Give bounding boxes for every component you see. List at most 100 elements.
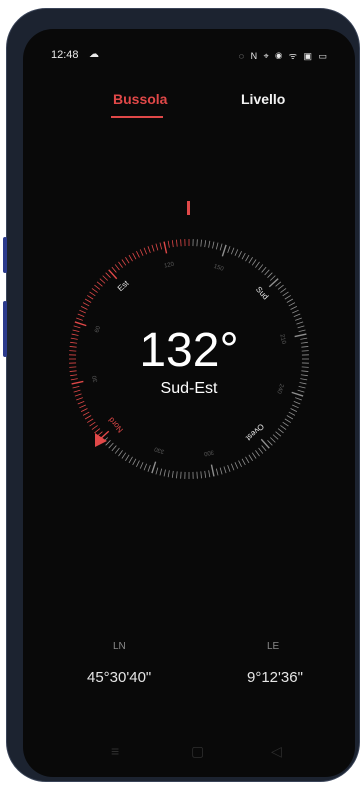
compass-tick (121, 452, 127, 459)
compass-tick (238, 460, 242, 468)
compass-tick (277, 284, 284, 290)
compass-tick (293, 400, 301, 405)
compass-tick (143, 247, 148, 255)
compass-tick (275, 431, 282, 437)
compass-tick (210, 464, 215, 477)
compass-tick (241, 458, 246, 466)
compass-tick (230, 463, 235, 471)
compass-tick (114, 264, 120, 271)
compass-tick (241, 252, 246, 260)
compass-tick (282, 291, 289, 297)
compass-tick (171, 240, 174, 248)
degree-label: 150 (213, 264, 225, 273)
compass-tick (99, 278, 106, 284)
compass-tick (139, 249, 144, 256)
compass-tick (151, 244, 155, 252)
longitude-label: LE (267, 641, 280, 652)
compass-tick (295, 317, 302, 321)
compass-tick (200, 239, 202, 247)
compass-tick (280, 425, 287, 430)
compass-tick (79, 404, 86, 409)
compass-tick (282, 421, 289, 427)
compass-tick (163, 469, 166, 477)
compass-tick (80, 408, 88, 412)
latitude-label: LN (113, 641, 126, 652)
cardinal-label-est: Est (116, 278, 131, 293)
cardinal-label-nord: Nord (107, 415, 125, 434)
compass-tick (94, 284, 101, 290)
compass-tick (292, 404, 299, 409)
compass-tick (87, 295, 94, 300)
compass-tick (136, 250, 140, 258)
phone-frame: 12:48 ☁ ◌ N ⌖ ◉ ᯤ ▣ ▭ Bussola Livello No… (3, 8, 360, 782)
compass-tick (167, 470, 170, 478)
compass-tick (76, 397, 83, 401)
compass-tick (94, 428, 101, 434)
compass-tick (215, 242, 219, 250)
compass-tick (84, 415, 92, 420)
compass-tick (234, 249, 239, 256)
compass-tick (80, 306, 88, 310)
compass-tick (77, 313, 85, 318)
compass-tick (258, 264, 264, 271)
compass-tick (125, 454, 130, 461)
compass-tick (286, 415, 294, 420)
compass-tick (219, 467, 223, 475)
compass-tick (290, 306, 298, 310)
compass-tick (255, 450, 260, 457)
compass-tick (77, 400, 85, 405)
compass-tick (139, 462, 144, 469)
compass-tick (280, 288, 287, 293)
compass-tick (111, 266, 117, 273)
compass-tick (255, 261, 260, 268)
compass-reading: 132° (139, 324, 239, 377)
compass-tick (132, 252, 137, 260)
compass-tick (89, 421, 96, 427)
latitude-value: 45°30'40" (87, 669, 152, 686)
compass-tick (227, 465, 231, 472)
compass-tick (84, 298, 92, 303)
heading-marker (187, 201, 190, 215)
compass-tick (270, 275, 276, 281)
compass-tick (251, 452, 257, 459)
phone-screen: 12:48 ☁ ◌ N ⌖ ◉ ᯤ ▣ ▭ Bussola Livello No… (23, 29, 355, 777)
compass-tick (96, 281, 103, 287)
compass-tick (102, 275, 108, 281)
compass-tick (121, 259, 127, 266)
compass-tick (147, 465, 151, 472)
back-icon[interactable]: ◁ (271, 743, 282, 760)
compass-tick (159, 242, 163, 250)
compass-tick (91, 288, 98, 293)
compass-tick (223, 466, 227, 474)
compass-tick (132, 458, 137, 466)
compass-tick (215, 468, 219, 476)
compass-tick (234, 462, 239, 469)
degree-label: 330 (153, 445, 165, 454)
compass-tick (238, 250, 242, 258)
compass-tick (147, 246, 151, 253)
compass-tick (267, 440, 273, 446)
compass-tick (230, 247, 235, 255)
menu-icon[interactable]: ≡ (111, 743, 119, 759)
compass-tick (264, 269, 270, 276)
compass-tick (105, 272, 111, 278)
compass-tick (248, 454, 253, 461)
compass-tick (267, 272, 273, 278)
compass-tick (261, 266, 267, 273)
compass-tick (248, 257, 253, 264)
compass-tick (204, 240, 207, 248)
compass-tick (293, 313, 301, 318)
compass-tick (111, 445, 117, 452)
compass-tick (200, 471, 202, 479)
compass-tick (76, 317, 83, 321)
compass-tick (159, 468, 163, 476)
home-icon[interactable]: ▢ (191, 743, 204, 760)
compass-tick (125, 257, 130, 264)
compass-tick (275, 281, 282, 287)
compass-tick (151, 461, 157, 474)
compass-tick (118, 450, 123, 457)
compass-tick (204, 470, 207, 478)
compass-tick (295, 397, 302, 401)
degree-label: 300 (203, 448, 215, 456)
power-button (3, 301, 7, 357)
